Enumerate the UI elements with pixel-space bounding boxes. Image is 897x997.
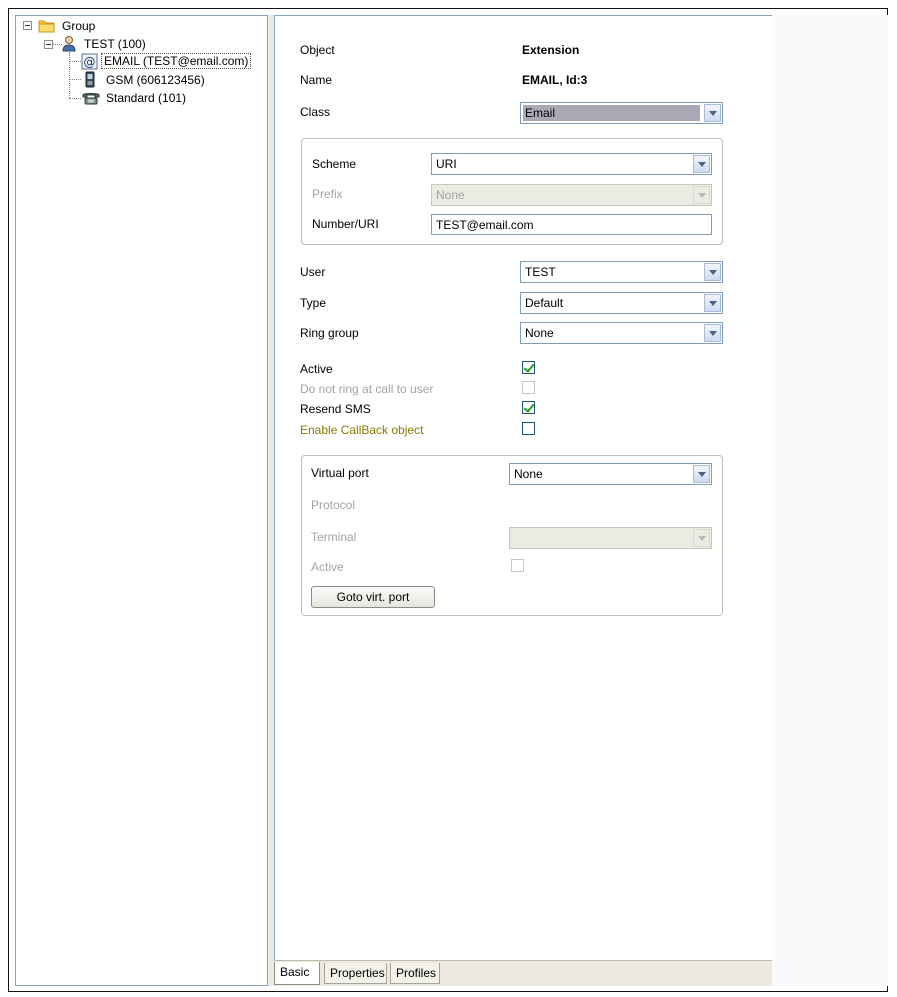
prefix-select: None	[431, 184, 712, 206]
ring-group-select[interactable]: None	[520, 322, 723, 344]
tab-basic[interactable]: Basic	[274, 962, 320, 985]
chevron-down-icon[interactable]	[693, 465, 710, 483]
tree-connector	[69, 52, 70, 98]
prefix-select-value: None	[436, 188, 465, 202]
user-select-value: TEST	[525, 265, 556, 279]
scheme-select[interactable]: URI	[431, 153, 712, 175]
vport-active-label: Active	[311, 560, 344, 574]
number-uri-label: Number/URI	[312, 217, 379, 231]
user-icon	[61, 35, 77, 55]
chevron-down-icon[interactable]	[704, 324, 721, 342]
tree-node-email-extension[interactable]: EMAIL (TEST@email.com)	[101, 53, 252, 69]
tree-pane	[15, 15, 268, 986]
vport-active-checkbox	[511, 559, 524, 572]
chevron-down-icon[interactable]	[704, 294, 721, 312]
terminal-select	[509, 527, 712, 549]
chevron-down-icon	[693, 529, 710, 547]
chevron-down-icon[interactable]	[704, 104, 721, 122]
chevron-down-icon[interactable]	[704, 263, 721, 281]
terminal-label: Terminal	[311, 530, 357, 544]
collapse-group-button[interactable]	[23, 21, 32, 30]
chevron-down-icon	[693, 186, 710, 204]
class-select-value: Email	[523, 105, 700, 121]
number-uri-value: TEST@email.com	[436, 218, 534, 232]
folder-icon	[38, 19, 55, 36]
chevron-down-icon[interactable]	[693, 155, 710, 173]
tree-node-standard-extension[interactable]: Standard (101)	[104, 90, 188, 106]
type-select-value: Default	[525, 296, 564, 310]
type-label: Type	[300, 296, 327, 310]
resend-sms-label: Resend SMS	[300, 402, 371, 416]
tree-node-group[interactable]: Group	[60, 18, 97, 34]
class-select[interactable]: Email	[520, 102, 723, 124]
enable-callback-label: Enable CallBack object	[300, 423, 424, 437]
enable-callback-checkbox[interactable]	[522, 422, 535, 435]
background-strip	[772, 15, 888, 986]
tree-connector	[69, 98, 81, 99]
object-label: Object	[300, 43, 335, 57]
tab-properties[interactable]: Properties	[324, 963, 387, 984]
resend-sms-checkbox[interactable]	[522, 401, 535, 414]
protocol-label: Protocol	[311, 498, 356, 512]
active-checkbox[interactable]	[522, 361, 535, 374]
virtual-port-select-value: None	[514, 467, 543, 481]
tree-connector	[69, 61, 81, 62]
name-value: EMAIL, Id:3	[522, 73, 588, 87]
ring-group-label: Ring group	[300, 326, 359, 340]
user-select[interactable]: TEST	[520, 261, 723, 283]
svg-text:@: @	[84, 55, 96, 69]
scheme-label: Scheme	[312, 157, 357, 171]
goto-virtual-port-button[interactable]: Goto virt. port	[311, 586, 435, 608]
tree-node-gsm-extension[interactable]: GSM (606123456)	[104, 72, 207, 88]
object-value: Extension	[522, 43, 580, 57]
mobile-phone-icon	[84, 71, 96, 91]
scheme-select-value: URI	[436, 157, 457, 171]
ring-group-select-value: None	[525, 326, 554, 340]
collapse-user-button[interactable]	[44, 40, 53, 49]
tree-connector	[69, 79, 81, 80]
name-label: Name	[300, 73, 333, 87]
do-not-ring-checkbox	[522, 381, 535, 394]
number-uri-input[interactable]: TEST@email.com	[431, 214, 712, 235]
do-not-ring-label: Do not ring at call to user	[300, 382, 434, 396]
tab-profiles[interactable]: Profiles	[390, 963, 440, 984]
email-icon: @	[81, 53, 98, 73]
active-label: Active	[300, 362, 333, 376]
virtual-port-label: Virtual port	[311, 466, 369, 480]
type-select[interactable]: Default	[520, 292, 723, 314]
class-label: Class	[300, 105, 331, 119]
tab-bar: Basic Properties Profiles	[274, 960, 772, 986]
desk-phone-icon	[81, 91, 101, 108]
prefix-label: Prefix	[312, 187, 343, 201]
tree-node-user[interactable]: TEST (100)	[82, 36, 148, 52]
virtual-port-select[interactable]: None	[509, 463, 712, 485]
user-label: User	[300, 265, 326, 279]
